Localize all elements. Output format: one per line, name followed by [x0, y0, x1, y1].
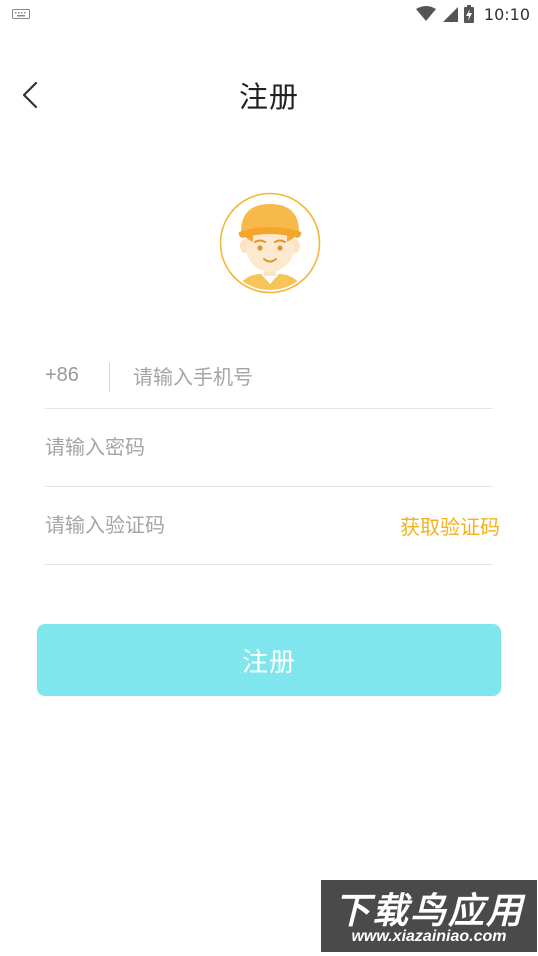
header: 注册 [0, 62, 538, 126]
watermark-url: www.xiazainiao.com [351, 928, 507, 945]
verification-code-input[interactable] [45, 510, 345, 540]
status-bar: 10:10 [0, 0, 538, 28]
status-time: 10:10 [483, 4, 530, 24]
phone-input[interactable] [133, 362, 473, 392]
password-input[interactable] [45, 432, 485, 462]
prefix-divider [109, 362, 110, 392]
register-button[interactable]: 注册 [37, 624, 501, 696]
wifi-icon [415, 6, 436, 21]
country-code[interactable]: +86 [45, 364, 79, 387]
status-icons: 10:10 [415, 3, 530, 25]
avatar[interactable] [219, 192, 321, 294]
phone-row: +86 [45, 340, 493, 409]
watermark-title: 下载鸟应用 [333, 891, 524, 932]
password-row [45, 410, 493, 487]
watermark: 下载鸟应用 www.xiazainiao.com [321, 880, 537, 952]
battery-charging-icon [463, 5, 474, 23]
keyboard-icon [12, 9, 30, 19]
get-code-button[interactable]: 获取验证码 [400, 511, 500, 540]
code-row: 获取验证码 [45, 488, 500, 565]
user-avatar-icon [219, 192, 321, 294]
page-title: 注册 [238, 80, 299, 114]
cell-signal-icon [442, 7, 458, 22]
